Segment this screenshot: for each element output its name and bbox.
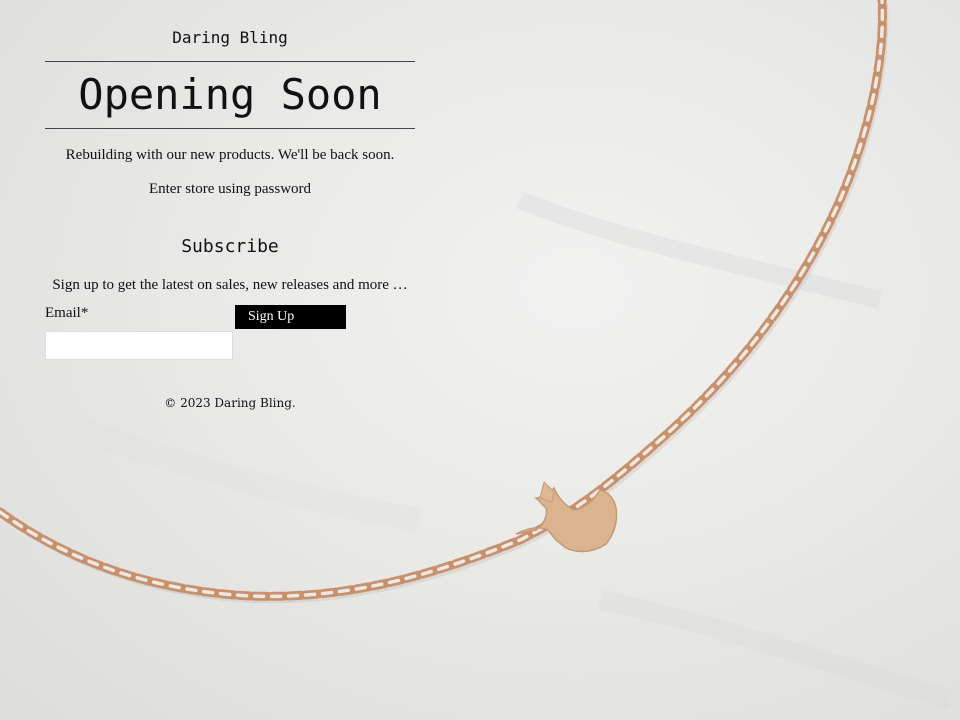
brand-name: Daring Bling [172,28,288,47]
subscribe-heading: Subscribe [181,236,279,257]
subscribe-form: Email* Sign Up [45,304,415,364]
footer-copyright: © 2023 Daring Bling. [164,396,296,410]
email-label: Email* [45,305,89,321]
page-title: Opening Soon [78,70,382,119]
email-field[interactable] [45,331,233,360]
subscribe-description: Sign up to get the latest on sales, new … [52,277,408,293]
divider [45,128,415,129]
enter-password-link[interactable]: Enter store using password [149,180,311,198]
tagline: Rebuilding with our new products. We'll … [65,147,395,163]
sign-up-button[interactable]: Sign Up [235,305,346,329]
storefront-panel: Daring Bling Opening Soon Rebuilding wit… [45,26,415,412]
divider [45,61,415,62]
